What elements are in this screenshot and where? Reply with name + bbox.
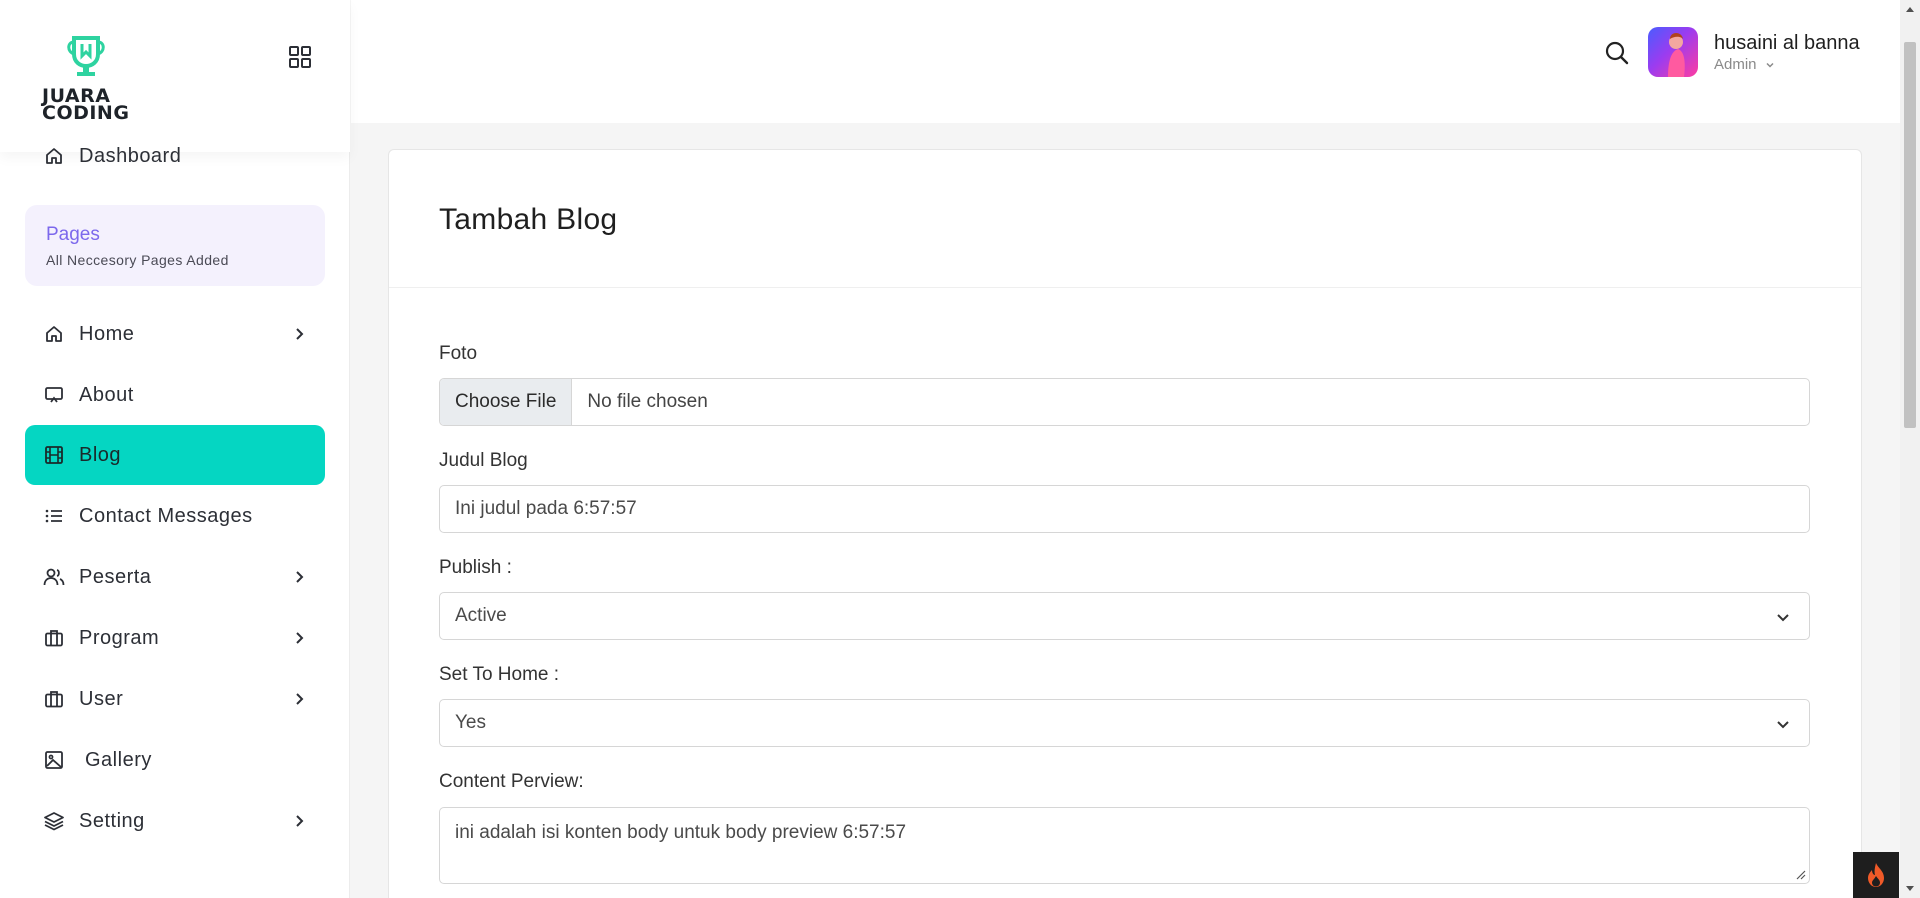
sidebar-item-about[interactable]: About — [25, 365, 325, 425]
page-scrollbar[interactable] — [1900, 0, 1920, 898]
sidebar-item-contact-messages[interactable]: Contact Messages — [25, 486, 325, 546]
sidebar-item-dashboard[interactable]: Dashboard — [25, 126, 325, 186]
logo-text: JUARA CODING — [42, 87, 136, 124]
sidebar-item-label: Contact Messages — [79, 504, 253, 527]
sidebar-item-label: About — [79, 383, 134, 406]
film-icon — [43, 444, 65, 466]
sidebar-item-label: Dashboard — [79, 144, 182, 167]
presentation-icon — [43, 384, 65, 406]
chevron-down-icon — [1766, 63, 1774, 68]
users-icon — [43, 566, 65, 588]
chevron-right-icon — [296, 632, 304, 644]
judul-label: Judul Blog — [439, 450, 528, 471]
scroll-up-arrow-icon[interactable] — [1900, 0, 1920, 18]
briefcase-icon — [43, 627, 65, 649]
set-to-home-label: Set To Home : — [439, 664, 560, 685]
layers-icon — [43, 810, 65, 832]
sidebar: JUARA CODING Dashboard Pages All Necceso… — [0, 0, 350, 898]
sidebar-item-gallery[interactable]: Gallery — [25, 730, 325, 790]
page-title: Tambah Blog — [439, 203, 618, 236]
chevron-right-icon — [296, 693, 304, 705]
sidebar-item-label: Blog — [79, 443, 122, 466]
scroll-thumb[interactable] — [1904, 42, 1916, 428]
briefcase-icon — [43, 688, 65, 710]
chevron-down-icon — [1777, 721, 1789, 729]
card-header: Tambah Blog — [389, 150, 1861, 288]
add-blog-card: Tambah Blog Foto Choose File No file cho… — [388, 149, 1862, 898]
choose-file-button[interactable]: Choose File — [440, 379, 573, 425]
publish-selected-value: Active — [455, 605, 507, 626]
logo-line2: CODING — [42, 102, 130, 124]
sidebar-item-program[interactable]: Program — [25, 608, 325, 668]
image-icon — [43, 749, 65, 771]
user-role-dropdown[interactable]: Admin — [1714, 56, 1775, 73]
pages-card: Pages All Neccesory Pages Added — [25, 205, 325, 286]
sidebar-item-label: Program — [79, 626, 160, 649]
list-icon — [43, 505, 65, 527]
content-preview-value: ini adalah isi konten body untuk body pr… — [455, 822, 907, 843]
set-to-home-select[interactable]: Yes — [439, 699, 1810, 747]
scroll-down-arrow-icon[interactable] — [1900, 880, 1920, 898]
user-name: husaini al banna — [1714, 32, 1860, 54]
chevron-right-icon — [296, 815, 304, 827]
sidebar-item-label: User — [79, 687, 124, 710]
sidebar-item-blog[interactable]: Blog — [25, 425, 325, 485]
home-icon — [43, 145, 65, 167]
home-icon — [43, 323, 65, 345]
chevron-right-icon — [296, 328, 304, 340]
chevron-right-icon — [296, 571, 304, 583]
foto-file-input[interactable]: Choose File No file chosen — [439, 378, 1810, 426]
sidebar-item-label: Setting — [79, 809, 145, 832]
sidebar-item-home[interactable]: Home — [25, 304, 325, 364]
grid-menu-icon[interactable] — [287, 44, 313, 70]
sidebar-item-label: Peserta — [79, 565, 152, 588]
file-status: No file chosen — [587, 391, 708, 412]
judul-blog-input[interactable]: Ini judul pada 6:57:57 — [439, 485, 1810, 533]
top-header: husaini al banna Admin — [351, 0, 1900, 123]
avatar[interactable] — [1648, 27, 1698, 77]
sidebar-item-label: Gallery — [85, 748, 152, 771]
home-selected-value: Yes — [455, 712, 486, 733]
publish-select[interactable]: Active — [439, 592, 1810, 640]
trophy-logo-icon — [67, 36, 105, 76]
pages-card-subtitle: All Neccesory Pages Added — [46, 252, 229, 268]
sidebar-item-peserta[interactable]: Peserta — [25, 547, 325, 607]
content-preview-label: Content Perview: — [439, 771, 584, 792]
user-role-label: Admin — [1714, 56, 1757, 73]
pages-card-title: Pages — [46, 224, 100, 245]
sidebar-item-user[interactable]: User — [25, 669, 325, 729]
content-preview-textarea[interactable]: ini adalah isi konten body untuk body pr… — [439, 807, 1810, 884]
fire-icon[interactable] — [1853, 852, 1899, 898]
chevron-down-icon — [1777, 614, 1789, 622]
logo[interactable]: JUARA CODING — [42, 32, 136, 124]
foto-label: Foto — [439, 343, 478, 364]
search-icon[interactable] — [1604, 40, 1630, 66]
sidebar-item-label: Home — [79, 322, 135, 345]
resize-grip-icon[interactable] — [1794, 868, 1806, 880]
publish-label: Publish : — [439, 557, 512, 578]
sidebar-item-setting[interactable]: Setting — [25, 791, 325, 851]
